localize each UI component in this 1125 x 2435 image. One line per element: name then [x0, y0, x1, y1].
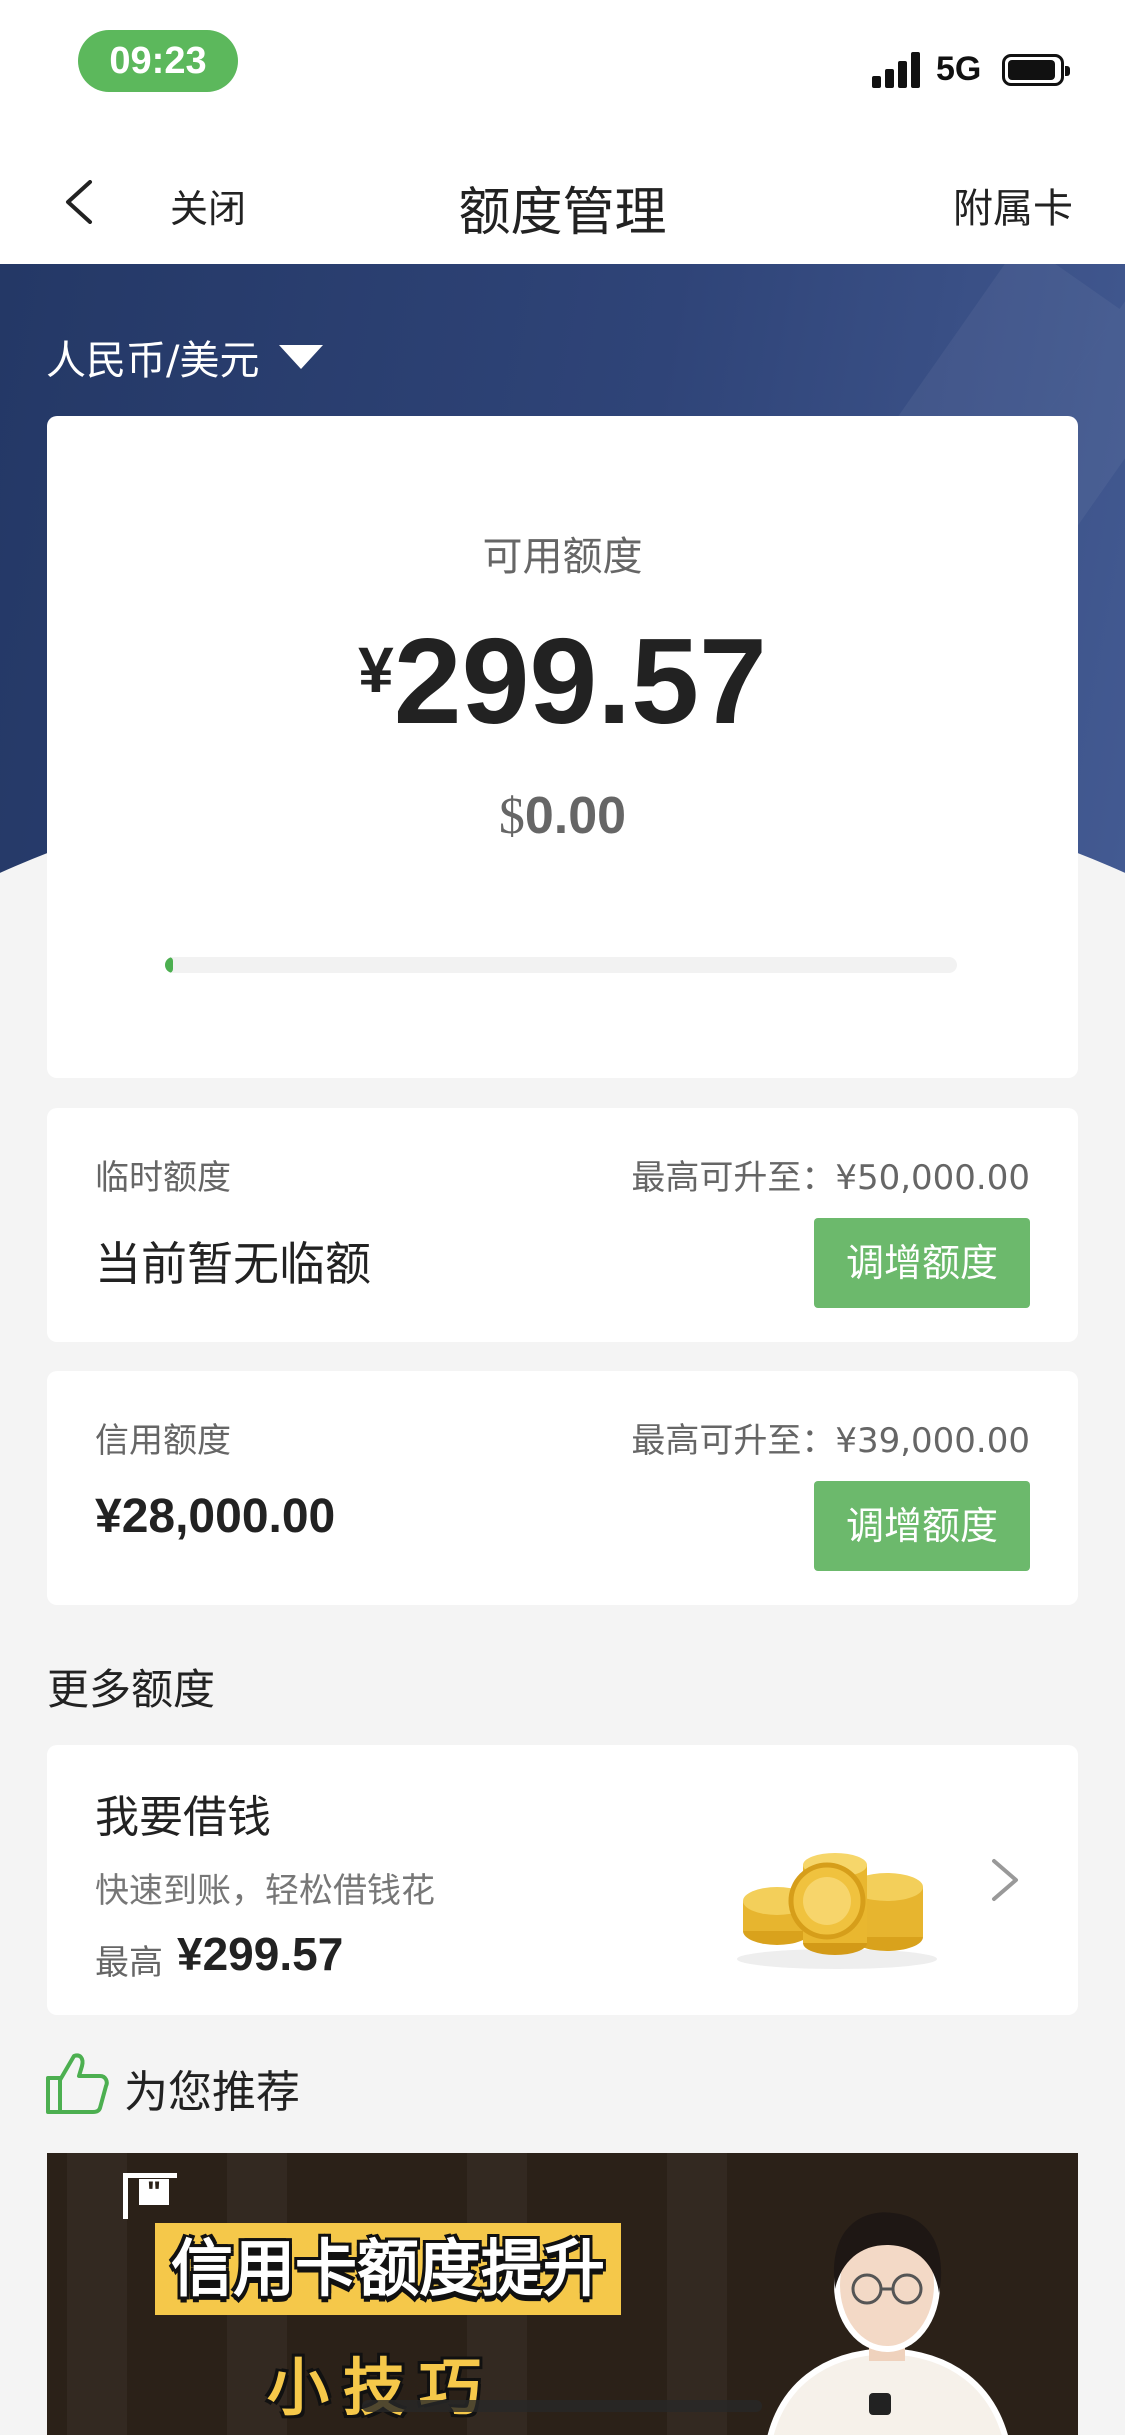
supplementary-card-button[interactable]: 附属卡	[953, 176, 1073, 234]
currency-selector[interactable]: 人民币/美元	[46, 328, 324, 386]
currency-selector-label: 人民币/美元	[46, 338, 260, 384]
recommend-title: 为您推荐	[124, 2067, 300, 2118]
more-limits-title: 更多额度	[47, 1665, 216, 1714]
usd-symbol: $	[498, 788, 525, 845]
nav-bar: 关闭 额度管理 附属卡	[0, 140, 1125, 264]
network-label: 5G	[936, 50, 982, 88]
rmb-value: 299.57	[393, 613, 767, 749]
recommend-video-banner[interactable]: " 信用卡额度提升 小技巧	[47, 2153, 1078, 2435]
home-indicator	[362, 2400, 762, 2412]
borrow-title: 我要借钱	[95, 1792, 271, 1843]
credit-limit-value: ¥28,000.00	[95, 1490, 336, 1543]
signal-icon	[872, 52, 924, 88]
temporary-limit-title: 临时额度	[95, 1158, 231, 1198]
rmb-symbol: ¥	[358, 634, 394, 706]
borrow-description: 快速到账，轻松借钱花	[95, 1871, 435, 1911]
credit-limit-title: 信用额度	[95, 1421, 231, 1461]
usd-value: 0.00	[524, 787, 627, 845]
temporary-limit-card: 临时额度 最高可升至：¥50,000.00 当前暂无临额 调增额度	[47, 1108, 1078, 1342]
battery-icon	[1002, 54, 1070, 86]
borrow-money-card[interactable]: 我要借钱 快速到账，轻松借钱花 最高 ¥299.57	[47, 1745, 1078, 2015]
chevron-right-icon	[992, 1859, 1018, 1901]
status-bar: 09:23 5G	[0, 0, 1125, 140]
borrow-max-label: 最高	[95, 1943, 163, 1983]
temporary-limit-value: 当前暂无临额	[95, 1237, 371, 1291]
quote-icon: "	[139, 2178, 169, 2208]
temporary-limit-max: 最高可升至：¥50,000.00	[631, 1158, 1030, 1198]
credit-usage-fill	[165, 957, 173, 973]
gold-coins-icon	[737, 1853, 937, 1969]
adjust-credit-limit-button[interactable]: 调增额度	[814, 1481, 1030, 1571]
available-rmb-amount: ¥299.57	[47, 611, 1078, 751]
thumb-up-icon	[46, 2053, 109, 2114]
adjust-temporary-limit-button[interactable]: 调增额度	[814, 1218, 1030, 1308]
borrow-max-amount: ¥299.57	[177, 1928, 344, 1980]
available-usd-amount: $0.00	[47, 786, 1078, 846]
status-time: 09:23	[78, 30, 238, 92]
caret-down-icon	[279, 345, 324, 369]
credit-limit-max: 最高可升至：¥39,000.00	[631, 1421, 1030, 1461]
available-credit-card: 可用额度 ¥299.57 $0.00	[47, 416, 1078, 1078]
available-credit-label: 可用额度	[482, 534, 643, 580]
credit-usage-progress	[165, 957, 957, 973]
video-title-line1: 信用卡额度提升	[155, 2223, 622, 2315]
credit-limit-card: 信用额度 最高可升至：¥39,000.00 ¥28,000.00 调增额度	[47, 1371, 1078, 1605]
video-title-line2: 小技巧	[267, 2351, 496, 2424]
presenter-image	[767, 2212, 1008, 2435]
